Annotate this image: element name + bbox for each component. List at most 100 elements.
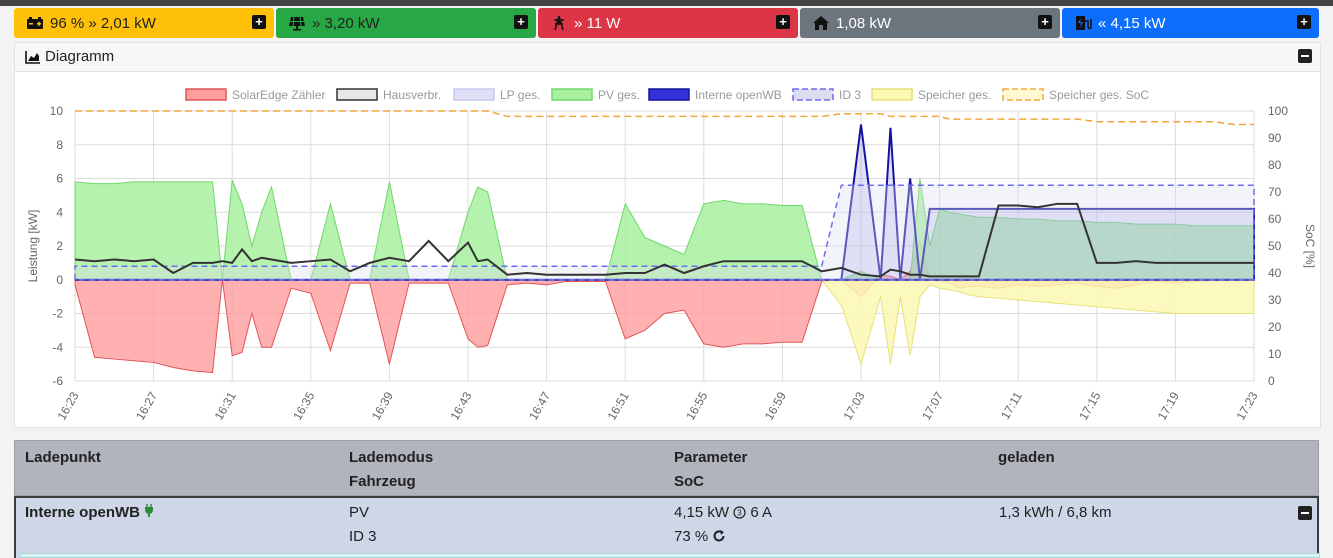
expand-icon[interactable]: + bbox=[1297, 15, 1311, 29]
power-chart: SolarEdge Zähler Hausverbr. LP ges. PV ges.… bbox=[26, 88, 1317, 423]
tile-battery[interactable]: 96 % » 2,01 kW + bbox=[14, 8, 274, 38]
x-tick-label: 17:23 bbox=[1233, 389, 1260, 422]
y2-tick-label: 20 bbox=[1268, 320, 1282, 334]
y-tick-label: 6 bbox=[56, 172, 63, 186]
legend-label: Hausverbr. bbox=[383, 88, 441, 102]
legend-label: Interne openWB bbox=[695, 88, 782, 102]
y-tick-label: 8 bbox=[56, 138, 63, 152]
expand-icon[interactable]: + bbox=[514, 15, 528, 29]
x-tick-label: 16:59 bbox=[762, 389, 789, 422]
charge-point-table: Ladepunkt Lademodus Fahrzeug Parameter S… bbox=[14, 440, 1319, 558]
battery-icon bbox=[27, 17, 43, 29]
y2-tick-label: 70 bbox=[1268, 185, 1282, 199]
series-soc bbox=[75, 110, 1254, 126]
area-chart-icon bbox=[25, 51, 40, 64]
y-tick-label: 4 bbox=[56, 205, 63, 219]
tile-pv[interactable]: » 3,20 kW + bbox=[276, 8, 536, 38]
refresh-icon[interactable] bbox=[712, 529, 726, 543]
collapse-icon[interactable] bbox=[1298, 506, 1312, 520]
y2-tick-label: 90 bbox=[1268, 131, 1282, 145]
expand-icon[interactable]: + bbox=[252, 15, 266, 29]
status-tiles: 96 % » 2,01 kW + » 3,20 kW + » 11 W + 1,… bbox=[14, 8, 1319, 38]
legend-label: Speicher ges. bbox=[918, 88, 991, 102]
tile-grid-text: » 11 W bbox=[574, 14, 621, 32]
table-row[interactable]: Interne openWB PV ID 3 4,15 kW 3 6 A 73 … bbox=[14, 496, 1319, 558]
expand-icon[interactable]: + bbox=[1038, 15, 1052, 29]
x-tick-label: 17:11 bbox=[998, 389, 1025, 422]
collapse-icon[interactable] bbox=[1298, 49, 1312, 63]
home-icon bbox=[813, 16, 829, 30]
tile-house[interactable]: 1,08 kW + bbox=[800, 8, 1060, 38]
x-tick-label: 16:47 bbox=[526, 389, 553, 422]
y2-tick-label: 10 bbox=[1268, 347, 1282, 361]
power-tower-icon bbox=[554, 15, 564, 31]
x-tick-label: 17:19 bbox=[1155, 389, 1182, 422]
y2-tick-label: 80 bbox=[1268, 158, 1282, 172]
y-axis-label: Leistung [kW] bbox=[26, 210, 40, 283]
y2-tick-label: 50 bbox=[1268, 239, 1282, 253]
legend-swatch bbox=[453, 88, 495, 101]
legend-swatch bbox=[1002, 88, 1044, 101]
x-tick-label: 17:15 bbox=[1076, 389, 1103, 422]
y2-tick-label: 100 bbox=[1268, 104, 1288, 118]
header-ladepunkt: Ladepunkt bbox=[25, 449, 101, 466]
solar-panel-icon bbox=[289, 16, 305, 31]
x-tick-label: 16:43 bbox=[447, 389, 474, 422]
legend-label: PV ges. bbox=[598, 88, 640, 102]
tile-pv-text: » 3,20 kW bbox=[312, 14, 380, 32]
legend-label: LP ges. bbox=[500, 88, 540, 102]
x-tick-label: 16:55 bbox=[683, 389, 710, 422]
legend-swatch bbox=[185, 88, 227, 101]
plug-icon bbox=[144, 504, 154, 520]
chart-series bbox=[74, 110, 1255, 374]
chart-legend: SolarEdge Zähler Hausverbr. LP ges. PV ges.… bbox=[185, 88, 1149, 102]
charge-mode[interactable]: PV bbox=[349, 504, 369, 521]
charged-energy: 1,3 kWh / 6,8 km bbox=[999, 504, 1112, 521]
header-soc: SoC bbox=[674, 473, 704, 490]
tile-house-text: 1,08 kW bbox=[836, 14, 892, 32]
chargepoint-name: Interne openWB bbox=[25, 504, 154, 521]
header-parameter: Parameter bbox=[674, 449, 748, 466]
legend-label: ID 3 bbox=[839, 88, 861, 102]
x-tick-label: 16:31 bbox=[212, 389, 239, 422]
vehicle-soc-text: 73 % bbox=[674, 528, 709, 545]
top-bar bbox=[0, 0, 1333, 6]
y2-axis-label: SoC [%] bbox=[1303, 224, 1317, 268]
legend-swatch bbox=[792, 88, 834, 101]
y2-tick-label: 40 bbox=[1268, 266, 1282, 280]
charge-power: 4,15 kW bbox=[674, 504, 730, 521]
legend-swatch bbox=[336, 88, 378, 101]
charge-parameter: 4,15 kW 3 6 A bbox=[674, 504, 772, 521]
tile-battery-text: 96 % » 2,01 kW bbox=[50, 14, 156, 32]
charging-station-icon bbox=[1076, 16, 1092, 30]
legend-label: SolarEdge Zähler bbox=[232, 88, 325, 102]
diagram-title: Diagramm bbox=[45, 48, 115, 65]
diagram-header[interactable]: Diagramm bbox=[15, 43, 1320, 72]
x-tick-label: 16:23 bbox=[54, 389, 81, 422]
y2-tick-label: 0 bbox=[1268, 374, 1275, 388]
tile-charge[interactable]: « 4,15 kW + bbox=[1062, 8, 1319, 38]
svg-text:3: 3 bbox=[737, 509, 742, 518]
x-tick-label: 16:39 bbox=[369, 389, 396, 422]
tile-charge-text: « 4,15 kW bbox=[1098, 14, 1166, 32]
chargepoint-name-text: Interne openWB bbox=[25, 504, 140, 521]
x-tick-label: 16:27 bbox=[133, 389, 160, 422]
legend-swatch bbox=[648, 88, 690, 101]
phase-3-icon: 3 bbox=[733, 506, 746, 519]
table-header: Ladepunkt Lademodus Fahrzeug Parameter S… bbox=[14, 440, 1319, 496]
y-tick-label: -4 bbox=[52, 340, 63, 354]
y2-tick-label: 60 bbox=[1268, 212, 1282, 226]
header-fahrzeug: Fahrzeug bbox=[349, 473, 416, 490]
x-tick-label: 16:51 bbox=[605, 389, 632, 422]
y-tick-label: 2 bbox=[56, 239, 63, 253]
expand-icon[interactable]: + bbox=[776, 15, 790, 29]
legend-swatch bbox=[551, 88, 593, 101]
legend-label: Speicher ges. SoC bbox=[1049, 88, 1149, 102]
legend-swatch bbox=[871, 88, 913, 101]
y-tick-label: -2 bbox=[52, 307, 63, 321]
y-tick-label: -6 bbox=[52, 374, 63, 388]
tile-grid[interactable]: » 11 W + bbox=[538, 8, 798, 38]
x-tick-label: 17:07 bbox=[919, 389, 946, 422]
header-lademodus: Lademodus bbox=[349, 449, 434, 466]
vehicle-name[interactable]: ID 3 bbox=[349, 528, 377, 545]
